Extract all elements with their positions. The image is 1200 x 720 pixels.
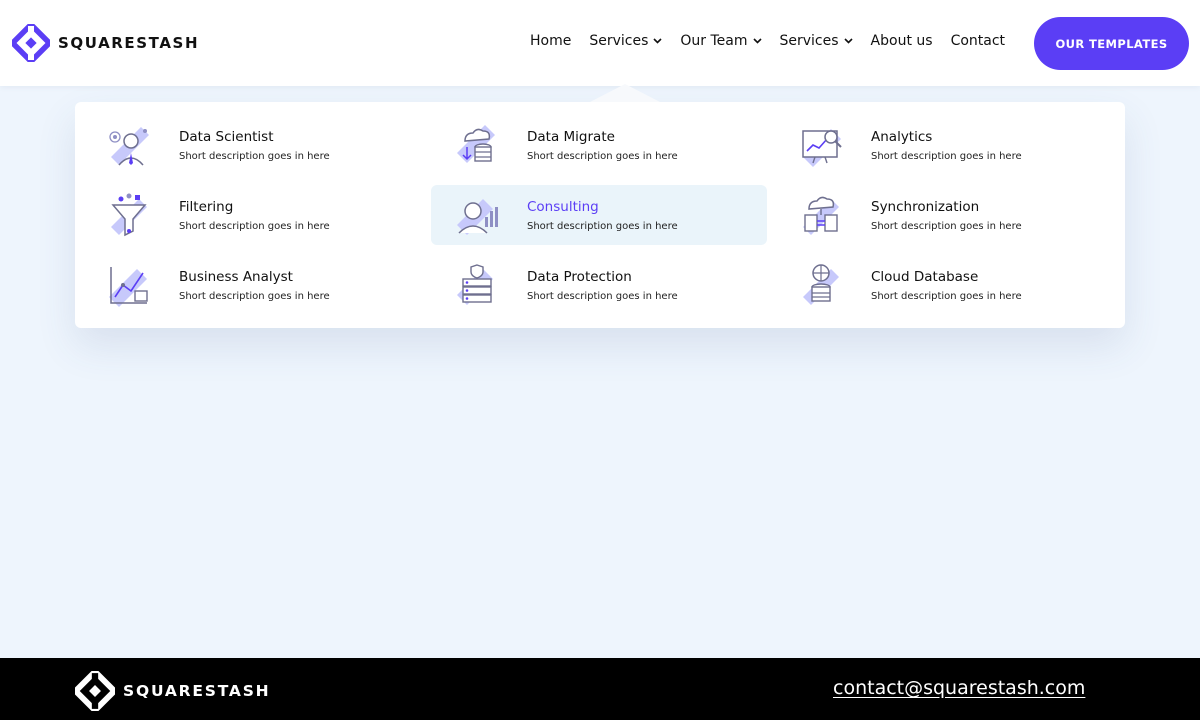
menu-item-title: Cloud Database: [871, 268, 979, 285]
menu-item-desc: Short description goes in here: [871, 220, 1022, 232]
menu-item-analytics[interactable]: Analytics Short description goes in here: [775, 115, 1111, 175]
menu-item-data-migrate[interactable]: Data Migrate Short description goes in h…: [431, 115, 767, 175]
chevron-down-icon: [752, 38, 762, 44]
nav-our-team[interactable]: Our Team: [680, 33, 762, 49]
nav-home[interactable]: Home: [530, 33, 571, 49]
data-scientist-icon: [109, 127, 149, 166]
nav-home-label: Home: [530, 33, 572, 49]
brand-logo[interactable]: SQUARESTASH: [12, 24, 199, 62]
filter-icon: [111, 193, 147, 237]
menu-item-data-protection[interactable]: Data Protection Short description goes i…: [431, 255, 767, 315]
menu-item-title: Data Migrate: [527, 128, 615, 145]
menu-item-title: Data Protection: [527, 268, 632, 285]
menu-item-desc: Short description goes in here: [527, 220, 678, 232]
logo-icon: [12, 24, 50, 62]
dropdown-caret: [590, 84, 660, 102]
nav-services[interactable]: Services: [589, 33, 662, 49]
menu-item-consulting[interactable]: Consulting Short description goes in her…: [431, 185, 767, 245]
menu-item-desc: Short description goes in here: [179, 290, 330, 302]
nav-about-us[interactable]: About us: [871, 33, 933, 49]
analytics-icon: [802, 129, 842, 167]
menu-item-title: Analytics: [871, 128, 933, 145]
chevron-down-icon: [843, 38, 853, 44]
menu-item-business-analyst[interactable]: Business Analyst Short description goes …: [83, 255, 419, 315]
menu-item-title: Business Analyst: [179, 268, 293, 285]
logo-icon: [75, 671, 115, 711]
site-footer: SQUARESTASH contact@squarestash.com: [0, 658, 1200, 720]
cloud-database-icon: [803, 264, 839, 305]
site-header: SQUARESTASH Home Services Our Team Servi…: [0, 0, 1200, 86]
contact-email-link[interactable]: contact@squarestash.com: [833, 677, 1085, 699]
menu-item-cloud-database[interactable]: Cloud Database Short description goes in…: [775, 255, 1111, 315]
data-migrate-icon: [457, 125, 495, 163]
business-analyst-icon: [109, 267, 148, 307]
menu-item-desc: Short description goes in here: [179, 220, 330, 232]
menu-item-desc: Short description goes in here: [871, 150, 1022, 162]
nav-our-team-label: Our Team: [680, 33, 748, 49]
data-protection-icon: [457, 264, 493, 305]
nav-about-us-label: About us: [870, 33, 933, 49]
menu-item-filtering[interactable]: Filtering Short description goes in here: [83, 185, 419, 245]
chevron-down-icon: [653, 38, 662, 44]
menu-item-data-scientist[interactable]: Data Scientist Short description goes in…: [83, 115, 419, 175]
brand-name: SQUARESTASH: [58, 34, 200, 52]
synchronization-icon: [803, 196, 839, 235]
nav-contact-label: Contact: [950, 33, 1006, 49]
footer-brand-name: SQUARESTASH: [123, 682, 271, 700]
menu-item-synchronization[interactable]: Synchronization Short description goes i…: [775, 185, 1111, 245]
menu-item-desc: Short description goes in here: [179, 150, 330, 162]
nav-services-label: Services: [589, 33, 649, 49]
menu-item-title: Filtering: [179, 198, 234, 215]
menu-item-title: Data Scientist: [179, 128, 274, 145]
menu-item-desc: Short description goes in here: [527, 290, 678, 302]
menu-item-title: Synchronization: [871, 198, 980, 215]
menu-item-desc: Short description goes in here: [527, 150, 678, 162]
footer-brand-logo[interactable]: SQUARESTASH: [75, 671, 270, 711]
nav-services-2[interactable]: Services: [780, 33, 853, 49]
consulting-icon: [457, 199, 498, 235]
our-templates-button[interactable]: OUR TEMPLATES: [1034, 17, 1189, 70]
main-nav: Home Services Our Team Services About us…: [530, 33, 1023, 49]
nav-contact[interactable]: Contact: [951, 33, 1005, 49]
menu-item-title: Consulting: [527, 198, 599, 215]
services-mega-menu: Data Scientist Short description goes in…: [75, 102, 1125, 328]
menu-item-desc: Short description goes in here: [871, 290, 1022, 302]
nav-services-2-label: Services: [779, 33, 839, 49]
